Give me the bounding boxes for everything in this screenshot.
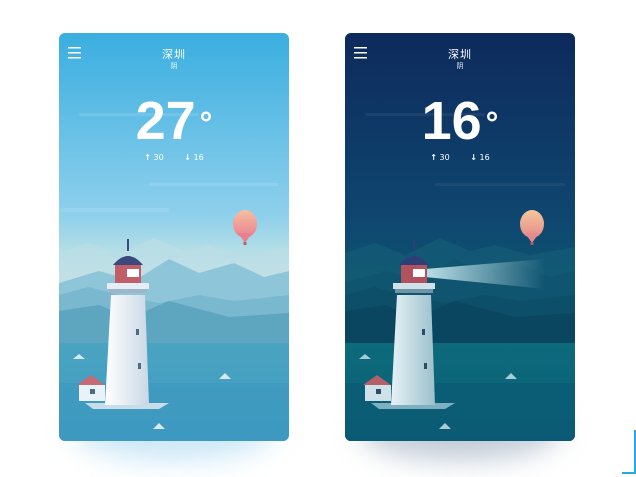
arrow-up-icon: ↑ xyxy=(144,153,151,162)
arrow-down-icon: ↓ xyxy=(470,153,477,162)
temperature-range: ↑ 30 ↓ 16 xyxy=(345,153,575,162)
arrow-down-icon: ↓ xyxy=(184,153,191,162)
weather-card-night[interactable]: 深圳 阴 16 ° ↑ 30 ↓ 16 xyxy=(345,33,575,441)
current-temperature: 16 ° xyxy=(345,91,575,151)
current-temperature: 27 ° xyxy=(59,91,289,151)
weather-card-day[interactable]: 深圳 阴 27 ° ↑ 30 ↓ 16 xyxy=(59,33,289,441)
weather-condition: 阴 xyxy=(456,62,464,70)
temperature-value: 16 xyxy=(421,91,482,151)
high-temp-value: 30 xyxy=(153,153,164,162)
low-temp-value: 16 xyxy=(193,153,204,162)
degree-symbol: ° xyxy=(485,105,499,141)
arrow-up-icon: ↑ xyxy=(430,153,437,162)
temperature-range: ↑ 30 ↓ 16 xyxy=(59,153,289,162)
low-temp: ↓ 16 xyxy=(470,153,489,162)
edge-marker xyxy=(622,472,636,474)
temperature-value: 27 xyxy=(135,91,196,151)
city-name: 深圳 xyxy=(162,48,186,61)
weather-condition: 阴 xyxy=(170,62,178,70)
high-temp-value: 30 xyxy=(439,153,450,162)
city-name: 深圳 xyxy=(448,48,472,61)
high-temp: ↑ 30 xyxy=(144,153,163,162)
low-temp: ↓ 16 xyxy=(184,153,203,162)
high-temp: ↑ 30 xyxy=(430,153,449,162)
degree-symbol: ° xyxy=(199,105,213,141)
low-temp-value: 16 xyxy=(479,153,490,162)
